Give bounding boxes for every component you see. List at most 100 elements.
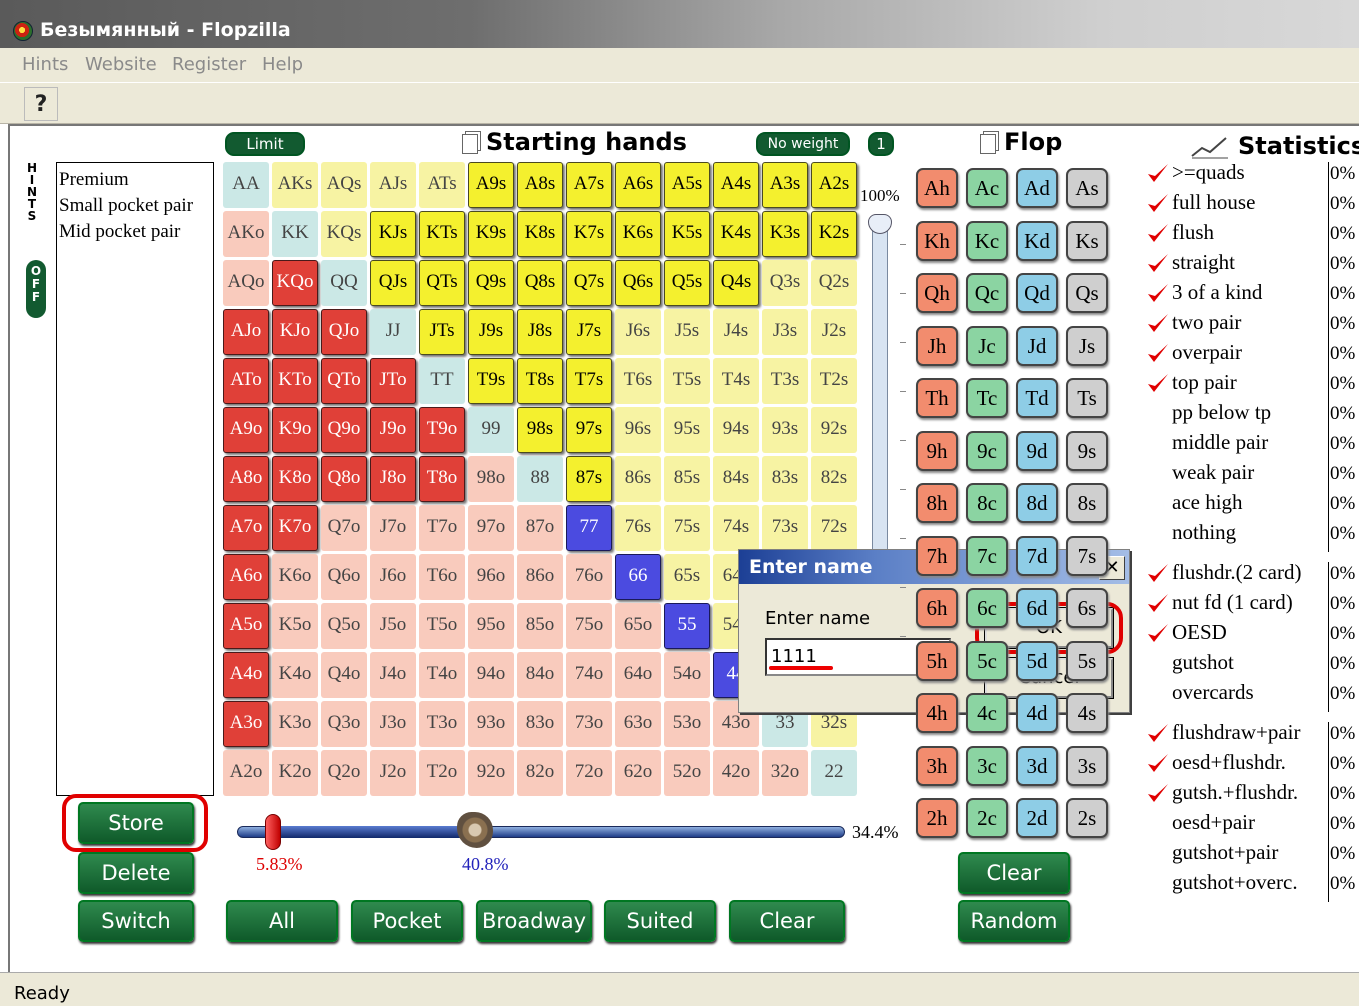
hand-cell-T4o[interactable]: T4o (419, 652, 465, 698)
hand-cell-84s[interactable]: 84s (713, 456, 759, 502)
hand-cell-42o[interactable]: 42o (713, 750, 759, 796)
random-flop-button[interactable]: Random (958, 900, 1070, 942)
hand-cell-T5s[interactable]: T5s (664, 358, 710, 404)
hand-cell-95o[interactable]: 95o (468, 603, 514, 649)
hand-cell-77[interactable]: 77 (566, 505, 612, 551)
check-icon[interactable] (1146, 722, 1172, 746)
card-Ts[interactable]: Ts (1066, 378, 1108, 418)
hand-cell-K9s[interactable]: K9s (468, 211, 514, 257)
hand-cell-J3s[interactable]: J3s (762, 309, 808, 355)
card-7s[interactable]: 7s (1066, 535, 1108, 576)
hand-cell-82o[interactable]: 82o (517, 750, 563, 796)
card-4s[interactable]: 4s (1066, 693, 1108, 733)
hand-cell-Q2s[interactable]: Q2s (811, 260, 857, 306)
hand-cell-KQs[interactable]: KQs (321, 211, 367, 257)
hand-cell-KTo[interactable]: KTo (272, 358, 318, 404)
hand-cell-AJo[interactable]: AJo (223, 309, 269, 355)
card-3d[interactable]: 3d (1016, 745, 1058, 786)
card-7h[interactable]: 7h (916, 535, 958, 576)
hand-cell-98s[interactable]: 98s (517, 407, 563, 453)
hand-cell-Q3s[interactable]: Q3s (762, 260, 808, 306)
hand-cell-K3s[interactable]: K3s (762, 211, 808, 257)
hand-cell-73o[interactable]: 73o (566, 701, 612, 747)
suited-button[interactable]: Suited (604, 900, 716, 942)
hand-cell-KTs[interactable]: KTs (419, 211, 465, 257)
card-8h[interactable]: 8h (916, 483, 958, 523)
hand-cell-A4o[interactable]: A4o (223, 652, 269, 698)
hand-cell-Q5s[interactable]: Q5s (664, 260, 710, 306)
hand-cell-75s[interactable]: 75s (664, 505, 710, 551)
hand-cell-QJs[interactable]: QJs (370, 260, 416, 306)
check-icon[interactable] (1146, 312, 1172, 336)
hand-cell-84o[interactable]: 84o (517, 652, 563, 698)
hand-cell-66[interactable]: 66 (615, 554, 661, 600)
hand-cell-A7o[interactable]: A7o (223, 505, 269, 551)
hand-cell-32o[interactable]: 32o (762, 750, 808, 796)
switch-button[interactable]: Switch (78, 900, 194, 942)
card-Qc[interactable]: Qc (966, 273, 1008, 313)
hand-cell-T9s[interactable]: T9s (468, 358, 514, 404)
copy-icon[interactable] (462, 134, 478, 154)
card-3c[interactable]: 3c (966, 745, 1008, 786)
card-Qs[interactable]: Qs (1066, 273, 1108, 313)
check-icon[interactable] (1146, 752, 1172, 776)
hand-cell-85o[interactable]: 85o (517, 603, 563, 649)
hand-cell-T3s[interactable]: T3s (762, 358, 808, 404)
check-icon[interactable] (1146, 162, 1172, 186)
hand-cell-93o[interactable]: 93o (468, 701, 514, 747)
hand-cell-99[interactable]: 99 (468, 407, 514, 453)
hand-cell-K2s[interactable]: K2s (811, 211, 857, 257)
hand-cell-AQs[interactable]: AQs (321, 162, 367, 208)
hand-cell-AQo[interactable]: AQo (223, 260, 269, 306)
hand-cell-K3o[interactable]: K3o (272, 701, 318, 747)
hand-cell-97s[interactable]: 97s (566, 407, 612, 453)
hand-cell-K5s[interactable]: K5s (664, 211, 710, 257)
card-Ac[interactable]: Ac (966, 168, 1008, 208)
card-2d[interactable]: 2d (1016, 798, 1058, 838)
hand-cell-T6o[interactable]: T6o (419, 554, 465, 600)
hand-cell-64o[interactable]: 64o (615, 652, 661, 698)
hand-cell-T3o[interactable]: T3o (419, 701, 465, 747)
hand-cell-A2o[interactable]: A2o (223, 750, 269, 796)
weight-slider-thumb[interactable] (868, 214, 892, 234)
hand-cell-92s[interactable]: 92s (811, 407, 857, 453)
hand-cell-K4o[interactable]: K4o (272, 652, 318, 698)
check-icon[interactable] (1146, 372, 1172, 396)
saved-ranges-list[interactable]: Premium Small pocket pair Mid pocket pair (56, 162, 214, 796)
card-2c[interactable]: 2c (966, 798, 1008, 838)
hand-cell-T7s[interactable]: T7s (566, 358, 612, 404)
card-Jd[interactable]: Jd (1016, 325, 1058, 366)
clear-hands-button[interactable]: Clear (729, 900, 845, 942)
hand-cell-94o[interactable]: 94o (468, 652, 514, 698)
hand-cell-55[interactable]: 55 (664, 603, 710, 649)
hand-cell-T2o[interactable]: T2o (419, 750, 465, 796)
hand-cell-Q6o[interactable]: Q6o (321, 554, 367, 600)
hand-cell-J7s[interactable]: J7s (566, 309, 612, 355)
card-Td[interactable]: Td (1016, 378, 1058, 418)
hand-cell-K7s[interactable]: K7s (566, 211, 612, 257)
hand-cell-74o[interactable]: 74o (566, 652, 612, 698)
hand-cell-QJo[interactable]: QJo (321, 309, 367, 355)
hand-cell-88[interactable]: 88 (517, 456, 563, 502)
range-list-item[interactable]: Mid pocket pair (59, 219, 211, 245)
menu-register[interactable]: Register (172, 54, 246, 75)
card-Js[interactable]: Js (1066, 325, 1108, 366)
hand-cell-J8o[interactable]: J8o (370, 456, 416, 502)
card-8s[interactable]: 8s (1066, 483, 1108, 523)
hand-cell-ATs[interactable]: ATs (419, 162, 465, 208)
hand-cell-95s[interactable]: 95s (664, 407, 710, 453)
hand-cell-J6s[interactable]: J6s (615, 309, 661, 355)
card-Ah[interactable]: Ah (916, 168, 958, 208)
hand-cell-J9s[interactable]: J9s (468, 309, 514, 355)
delete-button[interactable]: Delete (78, 852, 194, 894)
hand-cell-65s[interactable]: 65s (664, 554, 710, 600)
hand-cell-97o[interactable]: 97o (468, 505, 514, 551)
hand-cell-ATo[interactable]: ATo (223, 358, 269, 404)
hand-cell-K7o[interactable]: K7o (272, 505, 318, 551)
card-9d[interactable]: 9d (1016, 430, 1058, 471)
hand-cell-A9o[interactable]: A9o (223, 407, 269, 453)
card-2h[interactable]: 2h (916, 798, 958, 838)
hand-cell-QTs[interactable]: QTs (419, 260, 465, 306)
hand-cell-93s[interactable]: 93s (762, 407, 808, 453)
hand-cell-87o[interactable]: 87o (517, 505, 563, 551)
